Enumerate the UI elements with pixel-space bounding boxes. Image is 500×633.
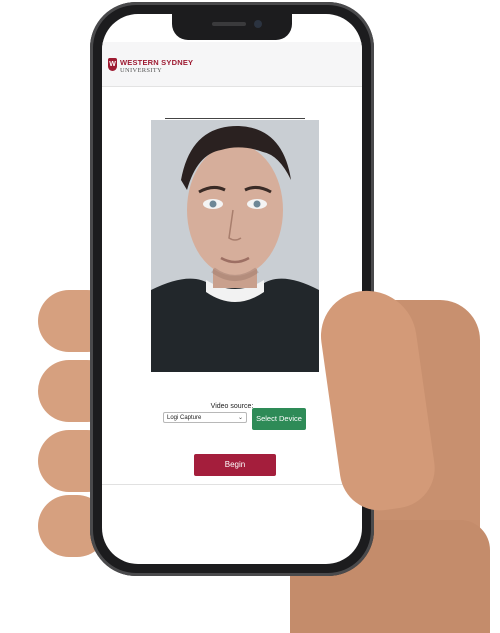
video-source-value: Logi Capture [167, 415, 202, 421]
chevron-down-icon: ⌄ [237, 415, 243, 421]
face-video-frame [151, 120, 319, 372]
logo-text-line2: UNIVERSITY [120, 67, 162, 74]
speaker-grille [212, 22, 246, 26]
footer-divider [102, 484, 362, 485]
phone-notch [172, 14, 292, 40]
app-header: W WESTERN SYDNEY UNIVERSITY [102, 42, 362, 87]
logo-text-line1: WESTERN SYDNEY [120, 58, 194, 67]
begin-button[interactable]: Begin [194, 454, 276, 476]
front-camera-icon [254, 20, 262, 28]
video-source-select[interactable]: Logi Capture ⌄ [163, 412, 247, 423]
university-logo-icon: W [108, 58, 117, 71]
phone-screen: W WESTERN SYDNEY UNIVERSITY Video source… [102, 14, 362, 564]
video-top-border [165, 118, 305, 119]
video-source-label: Video source: [210, 403, 254, 410]
phone-device: W WESTERN SYDNEY UNIVERSITY Video source… [90, 2, 374, 576]
camera-video-preview [151, 120, 319, 372]
select-device-button[interactable]: Select Device [252, 408, 306, 430]
